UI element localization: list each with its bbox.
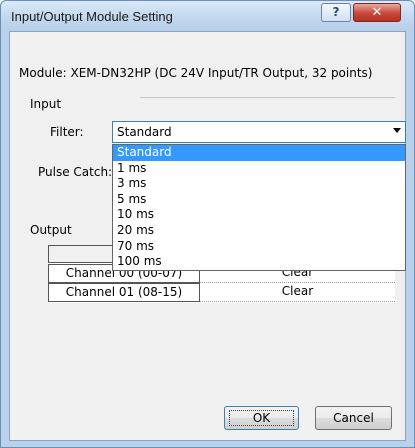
filter-option[interactable]: 5 ms bbox=[113, 192, 405, 208]
focus-outline bbox=[229, 410, 294, 426]
filter-select[interactable]: Standard bbox=[112, 121, 406, 143]
filter-dropdown-list[interactable]: Standard 1 ms 3 ms 5 ms 10 ms 20 ms 70 m… bbox=[112, 144, 406, 271]
input-section-divider bbox=[140, 97, 395, 98]
window-title: Input/Output Module Setting bbox=[11, 9, 173, 24]
chevron-down-icon[interactable] bbox=[393, 128, 401, 133]
channel-name-cell: Channel 01 (08-15) bbox=[48, 283, 200, 302]
filter-option[interactable]: 100 ms bbox=[113, 254, 405, 270]
cancel-button[interactable]: Cancel bbox=[315, 406, 392, 430]
pulse-catch-label: Pulse Catch: bbox=[38, 165, 113, 179]
cancel-button-label: Cancel bbox=[333, 411, 374, 425]
help-button[interactable]: ? bbox=[321, 3, 351, 22]
table-row[interactable]: Channel 01 (08-15) Clear bbox=[48, 283, 395, 302]
filter-option[interactable]: 20 ms bbox=[113, 223, 405, 239]
channel-value-cell[interactable]: Clear bbox=[200, 283, 395, 302]
dialog-body: Module: XEM-DN32HP (DC 24V Input/TR Outp… bbox=[9, 31, 406, 441]
filter-label: Filter: bbox=[50, 125, 84, 139]
filter-option[interactable]: 1 ms bbox=[113, 161, 405, 177]
filter-option[interactable]: 10 ms bbox=[113, 207, 405, 223]
filter-option[interactable]: 3 ms bbox=[113, 176, 405, 192]
output-section-label: Output bbox=[30, 223, 72, 237]
filter-option[interactable]: 70 ms bbox=[113, 239, 405, 255]
close-icon: ✕ bbox=[371, 5, 383, 20]
filter-option[interactable]: Standard bbox=[113, 145, 405, 161]
title-bar[interactable]: Input/Output Module Setting ? ✕ bbox=[1, 1, 414, 31]
ok-button[interactable]: OK bbox=[224, 406, 299, 430]
close-button[interactable]: ✕ bbox=[353, 3, 401, 22]
filter-selected-value: Standard bbox=[117, 125, 172, 139]
help-icon: ? bbox=[332, 5, 340, 19]
dialog-window: Input/Output Module Setting ? ✕ Module: … bbox=[0, 0, 415, 448]
module-info: Module: XEM-DN32HP (DC 24V Input/TR Outp… bbox=[19, 66, 373, 80]
input-section-label: Input bbox=[30, 97, 62, 111]
